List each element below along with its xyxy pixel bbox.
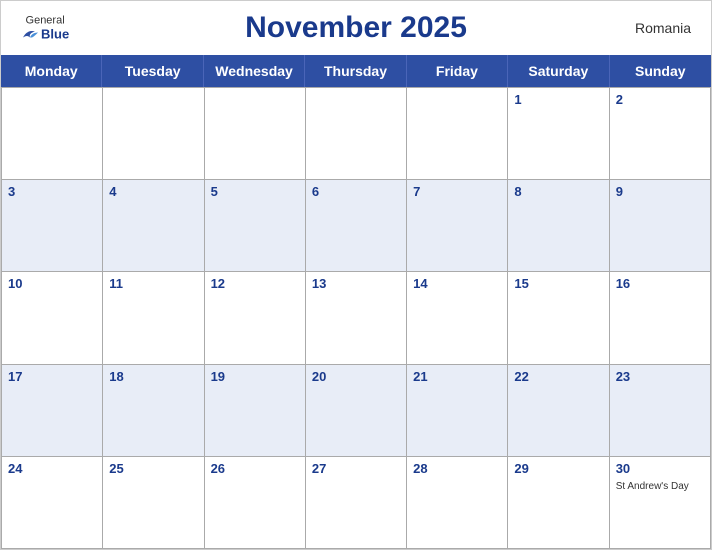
calendar-cell-20: 20 bbox=[306, 365, 407, 457]
calendar-cell-empty-2 bbox=[103, 88, 204, 180]
calendar-cell-12: 12 bbox=[205, 272, 306, 364]
calendar-header: General Blue November 2025 Romania bbox=[1, 1, 711, 55]
country-label: Romania bbox=[635, 20, 691, 36]
logo-blue-text: Blue bbox=[21, 27, 69, 42]
day-header-friday: Friday bbox=[407, 55, 508, 87]
calendar-cell-29: 29 bbox=[508, 457, 609, 549]
calendar-cell-empty-1 bbox=[2, 88, 103, 180]
calendar-cell-23: 23 bbox=[610, 365, 711, 457]
calendar-cell-5: 5 bbox=[205, 180, 306, 272]
calendar-cell-6: 6 bbox=[306, 180, 407, 272]
calendar-cell-26: 26 bbox=[205, 457, 306, 549]
day-header-wednesday: Wednesday bbox=[204, 55, 305, 87]
calendar-cell-22: 22 bbox=[508, 365, 609, 457]
calendar-cell-18: 18 bbox=[103, 365, 204, 457]
day-header-thursday: Thursday bbox=[305, 55, 406, 87]
calendar-grid: 1 2 3 4 5 6 7 8 9 10 11 bbox=[1, 87, 711, 549]
calendar-cell-16: 16 bbox=[610, 272, 711, 364]
calendar-cell-11: 11 bbox=[103, 272, 204, 364]
calendar-cell-30: 30 St Andrew's Day bbox=[610, 457, 711, 549]
calendar-cell-27: 27 bbox=[306, 457, 407, 549]
calendar-cell-17: 17 bbox=[2, 365, 103, 457]
calendar-cell-7: 7 bbox=[407, 180, 508, 272]
calendar-cell-19: 19 bbox=[205, 365, 306, 457]
generalblue-logo: General Blue bbox=[21, 15, 69, 42]
day-header-monday: Monday bbox=[1, 55, 102, 87]
calendar-container: General Blue November 2025 Romania Monda… bbox=[0, 0, 712, 550]
calendar-cell-2: 2 bbox=[610, 88, 711, 180]
calendar-cell-1: 1 bbox=[508, 88, 609, 180]
st-andrews-day-event: St Andrew's Day bbox=[616, 481, 689, 492]
day-header-sunday: Sunday bbox=[610, 55, 711, 87]
calendar-cell-25: 25 bbox=[103, 457, 204, 549]
logo-general-text: General bbox=[26, 15, 65, 27]
days-of-week-header: Monday Tuesday Wednesday Thursday Friday… bbox=[1, 55, 711, 87]
calendar-cell-21: 21 bbox=[407, 365, 508, 457]
calendar-cell-empty-4 bbox=[306, 88, 407, 180]
calendar-cell-empty-5 bbox=[407, 88, 508, 180]
calendar-cell-8: 8 bbox=[508, 180, 609, 272]
day-header-tuesday: Tuesday bbox=[102, 55, 203, 87]
calendar-cell-9: 9 bbox=[610, 180, 711, 272]
calendar-cell-14: 14 bbox=[407, 272, 508, 364]
calendar-cell-24: 24 bbox=[2, 457, 103, 549]
calendar-cell-13: 13 bbox=[306, 272, 407, 364]
calendar-cell-15: 15 bbox=[508, 272, 609, 364]
calendar-cell-3: 3 bbox=[2, 180, 103, 272]
calendar-cell-4: 4 bbox=[103, 180, 204, 272]
calendar-cell-empty-3 bbox=[205, 88, 306, 180]
logo-bird-icon bbox=[21, 27, 39, 41]
day-header-saturday: Saturday bbox=[508, 55, 609, 87]
calendar-title: November 2025 bbox=[245, 11, 467, 45]
calendar-cell-28: 28 bbox=[407, 457, 508, 549]
calendar-cell-10: 10 bbox=[2, 272, 103, 364]
